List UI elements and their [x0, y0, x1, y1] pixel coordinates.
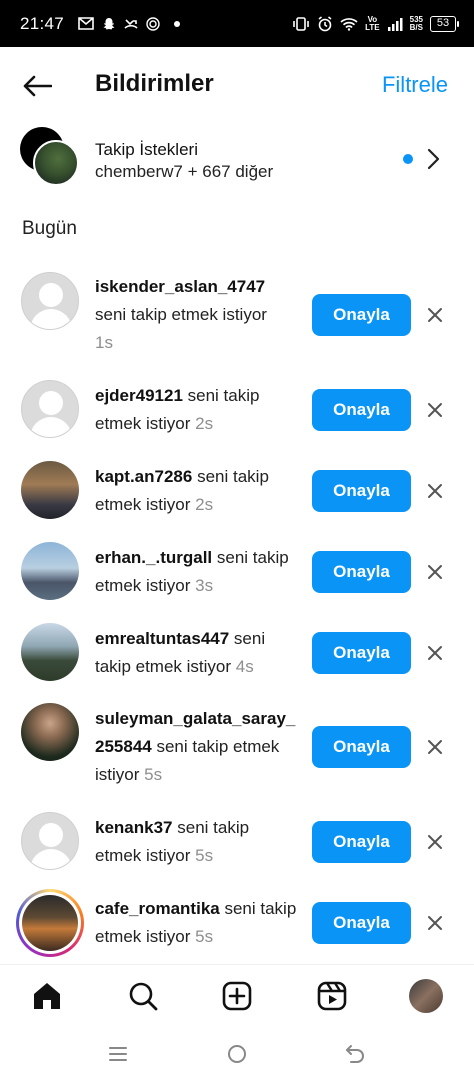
username[interactable]: kenank37: [95, 818, 173, 837]
avatar[interactable]: [21, 703, 79, 761]
time-ago: 2s: [195, 414, 214, 433]
close-icon[interactable]: [425, 737, 445, 757]
time-ago: 2s: [195, 495, 214, 514]
notification-row: cafe_romantika seni takip etmek istiyor …: [0, 889, 474, 959]
approve-button[interactable]: Onayla: [312, 389, 411, 431]
avatar[interactable]: [21, 623, 79, 681]
username[interactable]: emrealtuntas447: [95, 629, 229, 648]
follow-requests-subtitle: chemberw7 + 667 diğer: [95, 162, 274, 181]
username[interactable]: cafe_romantika: [95, 899, 220, 918]
mail-icon: [78, 17, 94, 30]
header: Bildirimler Filtrele: [0, 58, 474, 114]
filter-button[interactable]: Filtrele: [382, 72, 448, 98]
notification-text: suleyman_galata_saray_255844 seni takip …: [95, 705, 300, 789]
notification-text: ejder49121 seni takip etmek istiyor 2s: [95, 382, 300, 438]
profile-avatar[interactable]: [409, 979, 443, 1013]
avatar[interactable]: [21, 380, 79, 438]
approve-button[interactable]: Onayla: [312, 551, 411, 593]
nav-reels[interactable]: [315, 979, 349, 1013]
page-title: Bildirimler: [95, 70, 214, 97]
close-icon[interactable]: [425, 913, 445, 933]
username[interactable]: ejder49121: [95, 386, 183, 405]
system-navigation-bar: [0, 1028, 474, 1080]
bottom-navigation: [0, 964, 474, 1028]
close-icon[interactable]: [425, 643, 445, 663]
nav-home[interactable]: [30, 979, 64, 1013]
time-ago: 5s: [144, 765, 163, 784]
notification-text: emrealtuntas447 seni takip etmek istiyor…: [95, 625, 300, 681]
notification-text: kenank37 seni takip etmek istiyor 5s: [95, 814, 300, 870]
username[interactable]: iskender_aslan_4747: [95, 277, 265, 296]
approve-button[interactable]: Onayla: [312, 470, 411, 512]
nav-create[interactable]: [220, 979, 254, 1013]
time-ago: 1s: [95, 333, 113, 352]
vibrate-icon: [293, 16, 309, 31]
home-icon: [34, 983, 60, 1009]
notification-row: erhan._.turgall seni takip etmek istiyor…: [0, 542, 474, 602]
snapchat-icon: [103, 17, 115, 29]
approve-button[interactable]: Onayla: [312, 726, 411, 768]
avatar[interactable]: [21, 812, 79, 870]
close-icon[interactable]: [425, 305, 445, 325]
status-time: 21:47: [20, 13, 65, 33]
search-icon: [129, 982, 158, 1011]
unread-dot-icon: [403, 154, 413, 164]
avatar[interactable]: [21, 542, 79, 600]
menu-icon[interactable]: [106, 1042, 130, 1066]
notification-text: iskender_aslan_4747 seni takip etmek ist…: [95, 273, 300, 357]
time-ago: 3s: [195, 576, 214, 595]
avatar: [22, 895, 78, 951]
notification-row: kenank37 seni takip etmek istiyor 5s Ona…: [0, 812, 474, 872]
battery-indicator: 53: [430, 15, 459, 32]
notification-row: suleyman_galata_saray_255844 seni takip …: [0, 703, 474, 793]
arrow-left-icon: [23, 75, 52, 97]
request-avatar-front: [33, 140, 79, 186]
notification-row: kapt.an7286 seni takip etmek istiyor 2s …: [0, 461, 474, 521]
chevron-right-icon: [427, 148, 440, 170]
status-left-icons: [78, 16, 181, 31]
back-icon[interactable]: [343, 1042, 367, 1066]
reels-icon: [317, 981, 347, 1011]
time-ago: 5s: [195, 846, 214, 865]
avatar[interactable]: [21, 272, 79, 330]
approve-button[interactable]: Onayla: [312, 902, 411, 944]
notification-message: seni takip etmek istiyor: [95, 305, 267, 324]
notification-text: erhan._.turgall seni takip etmek istiyor…: [95, 544, 300, 600]
notification-text: cafe_romantika seni takip etmek istiyor …: [95, 895, 300, 951]
story-ring-avatar[interactable]: [16, 889, 84, 957]
alarm-icon: [318, 15, 332, 31]
avatar[interactable]: [21, 461, 79, 519]
approve-button[interactable]: Onayla: [312, 632, 411, 674]
missed-call-icon: [124, 18, 138, 29]
close-icon[interactable]: [425, 400, 445, 420]
notification-row: emrealtuntas447 seni takip etmek istiyor…: [0, 623, 474, 683]
time-ago: 4s: [235, 657, 254, 676]
follow-requests-row[interactable]: Takip İstekleri chemberw7 + 667 diğer: [0, 120, 474, 196]
signal-icon: [387, 17, 403, 31]
status-right-icons: Vo LTE 535 B/S 53: [292, 14, 459, 32]
network-speed: 535 B/S: [409, 14, 423, 32]
approve-button[interactable]: Onayla: [312, 821, 411, 863]
notification-text: kapt.an7286 seni takip etmek istiyor 2s: [95, 463, 300, 519]
follow-requests-title: Takip İstekleri: [95, 140, 198, 159]
username[interactable]: kapt.an7286: [95, 467, 192, 486]
approve-button[interactable]: Onayla: [312, 294, 411, 336]
close-icon[interactable]: [425, 481, 445, 501]
time-ago: 5s: [195, 927, 214, 946]
create-post-icon: [222, 981, 252, 1011]
notification-row: ejder49121 seni takip etmek istiyor 2s O…: [0, 380, 474, 440]
wifi-icon: [340, 17, 358, 31]
close-icon[interactable]: [425, 832, 445, 852]
status-bar: 21:47 Vo LTE 535 B/S 53: [0, 0, 474, 47]
more-dot-icon: [174, 20, 181, 27]
target-icon: [146, 16, 160, 31]
section-title-today: Bugün: [22, 218, 77, 239]
nav-search[interactable]: [126, 979, 160, 1013]
close-icon[interactable]: [425, 562, 445, 582]
back-button[interactable]: [20, 72, 54, 100]
notification-row: iskender_aslan_4747 seni takip etmek ist…: [0, 270, 474, 360]
username[interactable]: erhan._.turgall: [95, 548, 212, 567]
home-circle-icon[interactable]: [225, 1042, 249, 1066]
network-type: Vo LTE: [365, 14, 380, 32]
